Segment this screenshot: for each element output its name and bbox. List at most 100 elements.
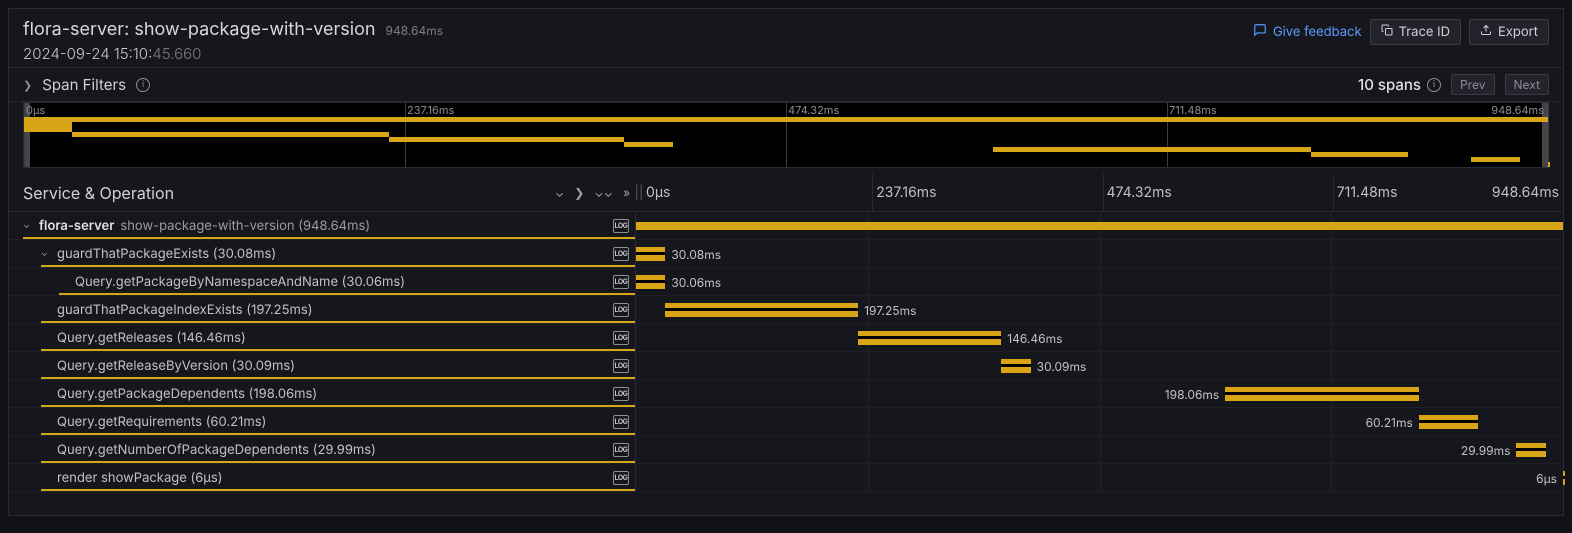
span-row[interactable]: ⌄flora-servershow-package-with-version (… bbox=[9, 212, 1563, 240]
minimap-span-bar bbox=[1471, 157, 1519, 162]
log-icon[interactable]: LOG bbox=[613, 415, 629, 429]
span-bar bbox=[665, 303, 858, 317]
span-row-label-cell[interactable]: guardThatPackageIndexExists (197.25ms)LO… bbox=[9, 296, 636, 323]
span-row-label-cell[interactable]: Query.getNumberOfPackageDependents (29.9… bbox=[9, 436, 636, 463]
span-bar bbox=[636, 222, 1563, 230]
timeline-tick-label: 711.48ms bbox=[1337, 184, 1398, 201]
collapse-one-icon[interactable]: ⌄ bbox=[555, 185, 564, 200]
span-accent bbox=[41, 265, 635, 267]
span-row-timeline-cell[interactable]: 29.99ms bbox=[636, 436, 1563, 463]
timeline-gridline bbox=[868, 436, 869, 463]
feedback-link[interactable]: Give feedback bbox=[1253, 23, 1362, 41]
span-row[interactable]: Query.getReleases (146.46ms)LOG146.46ms bbox=[9, 324, 1563, 352]
export-button[interactable]: Export bbox=[1469, 19, 1549, 45]
minimap-span-bar bbox=[993, 147, 1311, 152]
span-accent bbox=[59, 293, 635, 295]
span-bar bbox=[1419, 415, 1478, 429]
log-icon[interactable]: LOG bbox=[613, 471, 629, 485]
span-row[interactable]: ⌄ guardThatPackageExists (30.08ms) LOG 30.0… bbox=[9, 240, 1563, 268]
column-header: Service & Operation ⌄ ❯ ⌄⌄ » || 0µs237.1… bbox=[9, 174, 1563, 212]
span-row-timeline-cell[interactable]: 60.21ms bbox=[636, 408, 1563, 435]
span-row-timeline-cell[interactable]: 146.46ms bbox=[636, 324, 1563, 351]
expand-all-icon[interactable]: » bbox=[623, 185, 630, 200]
span-label: Query.getRequirements (60.21ms) bbox=[9, 414, 266, 430]
span-row-label-cell[interactable]: Query.getPackageDependents (198.06ms) LOG bbox=[9, 380, 636, 407]
minimap-span-bar bbox=[624, 142, 672, 147]
span-row[interactable]: Query.getReleaseByVersion (30.09ms) LOG 30… bbox=[9, 352, 1563, 380]
span-row-label-cell[interactable]: ⌄ guardThatPackageExists (30.08ms) LOG bbox=[9, 240, 636, 267]
timeline-gridline bbox=[1331, 408, 1332, 435]
trace-id-button[interactable]: Trace ID bbox=[1370, 19, 1461, 45]
log-icon[interactable]: LOG bbox=[613, 443, 629, 457]
info-icon[interactable]: i bbox=[136, 78, 150, 92]
span-label: Query.getNumberOfPackageDependents (29.9… bbox=[9, 442, 376, 458]
minimap[interactable]: 0µs237.16ms474.32ms711.48ms948.64ms bbox=[23, 102, 1549, 168]
span-row-label-cell[interactable]: Query.getPackageByNamespaceAndName (30.0… bbox=[9, 268, 636, 295]
minimap-span-bar bbox=[72, 132, 389, 137]
minimap-span-bar bbox=[1311, 152, 1408, 157]
span-row[interactable]: guardThatPackageIndexExists (197.25ms)LO… bbox=[9, 296, 1563, 324]
span-duration-label: 29.99ms bbox=[1461, 443, 1511, 458]
span-row[interactable]: Query.getNumberOfPackageDependents (29.9… bbox=[9, 436, 1563, 464]
span-duration-label: 30.09ms bbox=[1037, 359, 1087, 374]
span-row-label-cell[interactable]: Query.getReleaseByVersion (30.09ms) LOG bbox=[9, 352, 636, 379]
span-row[interactable]: Query.getRequirements (60.21ms) LOG 60.21m… bbox=[9, 408, 1563, 436]
span-row-timeline-cell[interactable]: 30.08ms bbox=[636, 240, 1563, 267]
timeline-gridline bbox=[868, 408, 869, 435]
info-icon[interactable]: i bbox=[1427, 78, 1441, 92]
timeline-tick-label: 948.64ms bbox=[1492, 184, 1559, 201]
page-title: flora-server: show-package-with-version bbox=[23, 19, 376, 40]
prev-button[interactable]: Prev bbox=[1451, 74, 1495, 95]
span-row[interactable]: Query.getPackageDependents (198.06ms) LOG… bbox=[9, 380, 1563, 408]
span-filters-toggle[interactable]: ❯ Span Filters i bbox=[23, 75, 150, 94]
span-row[interactable]: render showPackage (6µs)LOG6µs bbox=[9, 464, 1563, 492]
span-operation: show-package-with-version (948.64ms) bbox=[120, 218, 370, 234]
timeline-gridline bbox=[1100, 324, 1101, 351]
span-bar bbox=[1516, 443, 1545, 457]
export-icon bbox=[1480, 24, 1492, 40]
next-button[interactable]: Next bbox=[1505, 74, 1549, 95]
span-rows: ⌄flora-servershow-package-with-version (… bbox=[9, 212, 1563, 492]
timeline-tick-label: 0µs bbox=[646, 184, 670, 201]
span-row-label-cell[interactable]: ⌄flora-servershow-package-with-version (… bbox=[9, 212, 636, 239]
chevron-down-icon[interactable]: ⌄ bbox=[23, 220, 33, 231]
log-icon[interactable]: LOG bbox=[613, 359, 629, 373]
span-row-label-cell[interactable]: Query.getReleases (146.46ms)LOG bbox=[9, 324, 636, 351]
log-icon[interactable]: LOG bbox=[613, 275, 629, 289]
span-bar bbox=[1001, 359, 1030, 373]
span-label: Query.getReleaseByVersion (30.09ms) bbox=[9, 358, 295, 374]
left-column-header: Service & Operation bbox=[23, 183, 174, 203]
timeline-gridline bbox=[1333, 174, 1334, 211]
log-icon[interactable]: LOG bbox=[613, 331, 629, 345]
span-operation: Query.getNumberOfPackageDependents (29.9… bbox=[57, 442, 376, 458]
span-row-timeline-cell[interactable]: 197.25ms bbox=[636, 296, 1563, 323]
collapse-all-icon[interactable]: ⌄⌄ bbox=[594, 185, 613, 200]
timeline-gridline bbox=[1100, 464, 1101, 491]
chevron-down-icon[interactable]: ⌄ bbox=[41, 248, 51, 259]
span-row-timeline-cell[interactable]: 30.06ms bbox=[636, 268, 1563, 295]
span-count: 10 spans i bbox=[1358, 75, 1441, 94]
expand-one-icon[interactable]: ❯ bbox=[574, 185, 584, 200]
span-row-timeline-cell[interactable]: 30.09ms bbox=[636, 352, 1563, 379]
filter-bar: ❯ Span Filters i 10 spans i Prev Next bbox=[9, 67, 1563, 102]
timeline-gridline bbox=[868, 352, 869, 379]
span-row-label-cell[interactable]: Query.getRequirements (60.21ms) LOG bbox=[9, 408, 636, 435]
timeline-gridline bbox=[872, 174, 873, 211]
timeline-gridline bbox=[868, 380, 869, 407]
total-duration: 948.64ms bbox=[386, 23, 444, 38]
span-duration-label: 60.21ms bbox=[1366, 415, 1413, 430]
timeline-gridline bbox=[1331, 268, 1332, 295]
span-row-timeline-cell[interactable]: 6µs bbox=[636, 464, 1563, 491]
span-row-timeline-cell[interactable] bbox=[636, 212, 1563, 239]
span-label: Query.getPackageDependents (198.06ms) bbox=[9, 386, 317, 402]
log-icon[interactable]: LOG bbox=[613, 247, 629, 261]
timestamp: 2024-09-24 15:10:45.660 bbox=[23, 44, 443, 63]
log-icon[interactable]: LOG bbox=[613, 219, 629, 233]
span-row-label-cell[interactable]: render showPackage (6µs)LOG bbox=[9, 464, 636, 491]
span-row[interactable]: Query.getPackageByNamespaceAndName (30.0… bbox=[9, 268, 1563, 296]
span-operation: guardThatPackageExists (30.08ms) bbox=[57, 246, 276, 262]
copy-icon bbox=[1381, 24, 1393, 40]
log-icon[interactable]: LOG bbox=[613, 387, 629, 401]
span-row-timeline-cell[interactable]: 198.06ms bbox=[636, 380, 1563, 407]
log-icon[interactable]: LOG bbox=[613, 303, 629, 317]
